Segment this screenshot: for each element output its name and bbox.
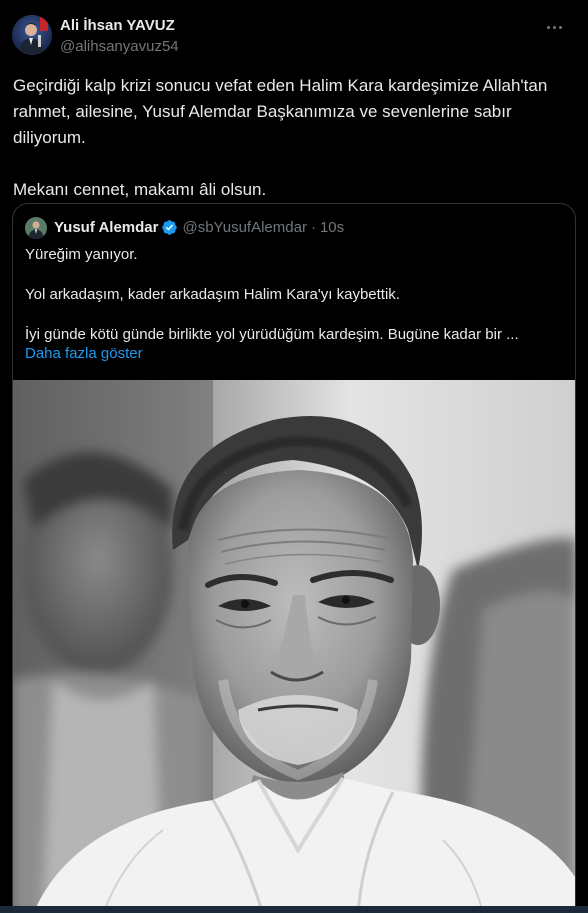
tweet: Ali İhsan YAVUZ @alihsanyavuz54 Geçirdiğ… bbox=[0, 0, 588, 913]
quoted-tweet-text: Yüreğim yanıyor. Yol arkadaşım, kader ar… bbox=[25, 246, 519, 343]
separator-dot: · bbox=[310, 219, 316, 236]
tweet-text: Geçirdiği kalp krizi sonucu vefat eden H… bbox=[13, 76, 548, 199]
quoted-author-avatar[interactable] bbox=[25, 217, 47, 239]
quoted-tweet-photo[interactable] bbox=[13, 380, 575, 913]
author-avatar[interactable] bbox=[12, 15, 52, 55]
verified-badge-icon bbox=[162, 220, 178, 235]
bottom-bar bbox=[0, 906, 588, 913]
author-name[interactable]: Ali İhsan YAVUZ bbox=[60, 17, 175, 34]
quoted-tweet-header: Yusuf Alemdar @sbYusufAlemdar · 10s bbox=[54, 219, 344, 236]
quoted-author-handle[interactable]: @sbYusufAlemdar bbox=[182, 219, 306, 236]
quoted-tweet-time[interactable]: 10s bbox=[320, 219, 344, 236]
show-more-link[interactable]: Daha fazla göster bbox=[25, 345, 143, 362]
quoted-author-name[interactable]: Yusuf Alemdar bbox=[54, 219, 158, 236]
more-options-icon[interactable] bbox=[542, 17, 566, 37]
quoted-tweet[interactable]: Yusuf Alemdar @sbYusufAlemdar · 10s Yüre… bbox=[12, 203, 576, 913]
author-handle[interactable]: @alihsanyavuz54 bbox=[60, 38, 179, 55]
